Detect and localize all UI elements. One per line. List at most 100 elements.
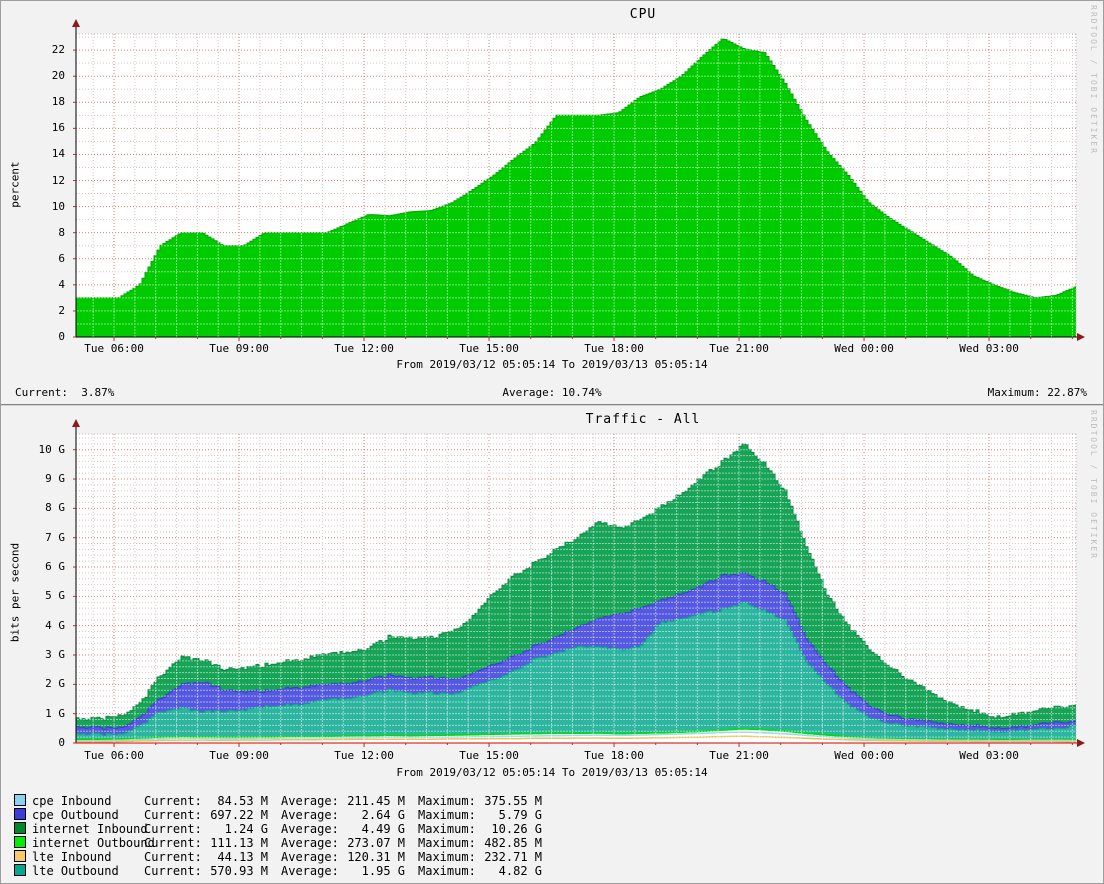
y-tick-label: 16 xyxy=(25,121,65,134)
legend-series-name: internet Inbound xyxy=(32,822,144,836)
y-tick-label: 5 G xyxy=(25,589,65,602)
legend-average-label: Average: xyxy=(281,850,339,864)
legend-maximum-value: 482.85 M xyxy=(476,836,542,850)
legend-maximum-value: 232.71 M xyxy=(476,850,542,864)
x-axis-arrow-icon xyxy=(1077,333,1085,341)
y-tick-label: 2 G xyxy=(25,677,65,690)
legend-current-value: 570.93 M xyxy=(202,864,268,878)
x-tick-label: Tue 15:00 xyxy=(444,749,534,762)
legend-swatch-icon xyxy=(14,836,26,848)
y-tick-label: 10 xyxy=(25,200,65,213)
legend-current-label: Current: xyxy=(144,836,202,850)
legend-average-label: Average: xyxy=(281,794,339,808)
legend-current-label: Current: xyxy=(144,822,202,836)
legend-maximum-label: Maximum: xyxy=(418,794,476,808)
y-tick-label: 6 G xyxy=(25,560,65,573)
x-tick-label: Tue 09:00 xyxy=(194,749,284,762)
y-tick-label: 14 xyxy=(25,147,65,160)
legend-maximum-value: 4.82 G xyxy=(476,864,542,878)
cpu-time-range: From 2019/03/12 05:05:14 To 2019/03/13 0… xyxy=(1,358,1103,371)
y-tick-label: 1 G xyxy=(25,707,65,720)
cpu-maximum-stat: Maximum: 22.87% xyxy=(988,386,1087,399)
x-tick-label: Tue 12:00 xyxy=(319,749,409,762)
y-tick-label: 10 G xyxy=(25,443,65,456)
legend-maximum-label: Maximum: xyxy=(418,836,476,850)
y-tick-label: 8 G xyxy=(25,501,65,514)
y-axis-arrow-icon xyxy=(72,419,80,427)
legend-swatch-icon xyxy=(14,808,26,820)
legend-row: cpe OutboundCurrent:697.22 MAverage:2.64… xyxy=(14,808,542,822)
legend-swatch-icon xyxy=(14,864,26,876)
x-tick-label: Wed 00:00 xyxy=(819,342,909,355)
legend-maximum-value: 375.55 M xyxy=(476,794,542,808)
legend-series-name: lte Inbound xyxy=(32,850,144,864)
legend-maximum-label: Maximum: xyxy=(418,864,476,878)
legend-current-label: Current: xyxy=(144,864,202,878)
x-tick-label: Wed 03:00 xyxy=(944,342,1034,355)
x-tick-label: Tue 06:00 xyxy=(69,749,159,762)
legend-average-label: Average: xyxy=(281,822,339,836)
legend-average-value: 273.07 M xyxy=(339,836,405,850)
legend-maximum-value: 10.26 G xyxy=(476,822,542,836)
legend-row: lte OutboundCurrent:570.93 M Average:1.95… xyxy=(14,864,542,878)
legend-current-label: Current: xyxy=(144,794,202,808)
legend-current-value: 1.24 G xyxy=(202,822,268,836)
x-tick-label: Wed 03:00 xyxy=(944,749,1034,762)
legend-average-label: Average: xyxy=(281,808,339,822)
y-tick-label: 4 xyxy=(25,278,65,291)
y-tick-label: 0 xyxy=(25,736,65,749)
y-tick-label: 3 G xyxy=(25,648,65,661)
y-tick-label: 6 xyxy=(25,252,65,265)
x-tick-label: Tue 09:00 xyxy=(194,342,284,355)
x-tick-label: Tue 18:00 xyxy=(569,342,659,355)
y-tick-label: 4 G xyxy=(25,619,65,632)
y-axis-arrow-icon xyxy=(72,19,80,27)
y-tick-label: 7 G xyxy=(25,531,65,544)
legend-current-label: Current: xyxy=(144,808,202,822)
x-tick-label: Tue 18:00 xyxy=(569,749,659,762)
y-tick-label: 20 xyxy=(25,69,65,82)
legend-series-name: cpe Inbound xyxy=(32,794,144,808)
cpu-graph-panel: CPU percent RRDTOOL / TOBI OETIKER From … xyxy=(1,1,1103,406)
x-tick-label: Tue 15:00 xyxy=(444,342,534,355)
traffic-time-range: From 2019/03/12 05:05:14 To 2019/03/13 0… xyxy=(1,766,1103,779)
x-tick-label: Tue 12:00 xyxy=(319,342,409,355)
legend-row: lte InboundCurrent:44.13 MAverage:120.31… xyxy=(14,850,542,864)
cpu-stats-footer: Current: 3.87% Average: 10.74% Maximum: … xyxy=(1,386,1103,400)
y-tick-label: 0 xyxy=(25,330,65,343)
traffic-graph-panel: Traffic - All bits per second RRDTOOL / … xyxy=(1,406,1103,883)
legend-maximum-value: 5.79 G xyxy=(476,808,542,822)
legend-maximum-label: Maximum: xyxy=(418,808,476,822)
cpu-current-stat: Current: 3.87% xyxy=(15,386,114,399)
y-tick-label: 18 xyxy=(25,95,65,108)
legend-series-name: lte Outbound xyxy=(32,864,144,878)
legend-series-name: cpe Outbound xyxy=(32,808,144,822)
legend-average-value: 1.95 G xyxy=(339,864,405,878)
legend-row: internet OutboundCurrent:111.13 MAverage… xyxy=(14,836,542,850)
y-tick-label: 12 xyxy=(25,174,65,187)
legend-average-label: Average: xyxy=(281,864,339,878)
cpu-average-stat: Average: 10.74% xyxy=(502,386,601,399)
rrdtool-graph-stack: CPU percent RRDTOOL / TOBI OETIKER From … xyxy=(0,0,1104,884)
legend-average-value: 120.31 M xyxy=(339,850,405,864)
x-tick-label: Tue 06:00 xyxy=(69,342,159,355)
legend-maximum-label: Maximum: xyxy=(418,850,476,864)
legend-average-label: Average: xyxy=(281,836,339,850)
legend-row: internet InboundCurrent:1.24 G Average:4.… xyxy=(14,822,542,836)
x-axis-arrow-icon xyxy=(1077,739,1085,747)
cpu-chart xyxy=(1,1,1103,404)
legend-current-value: 697.22 M xyxy=(202,808,268,822)
legend-current-value: 84.53 M xyxy=(202,794,268,808)
legend-swatch-icon xyxy=(14,850,26,862)
legend-average-value: 4.49 G xyxy=(339,822,405,836)
x-tick-label: Wed 00:00 xyxy=(819,749,909,762)
legend-current-label: Current: xyxy=(144,850,202,864)
y-tick-label: 8 xyxy=(25,226,65,239)
legend-series-name: internet Outbound xyxy=(32,836,144,850)
traffic-legend: cpe InboundCurrent:84.53 MAverage:211.45… xyxy=(14,794,542,878)
y-tick-label: 22 xyxy=(25,43,65,56)
legend-row: cpe InboundCurrent:84.53 MAverage:211.45… xyxy=(14,794,542,808)
y-tick-label: 2 xyxy=(25,304,65,317)
y-tick-label: 9 G xyxy=(25,472,65,485)
legend-swatch-icon xyxy=(14,822,26,834)
